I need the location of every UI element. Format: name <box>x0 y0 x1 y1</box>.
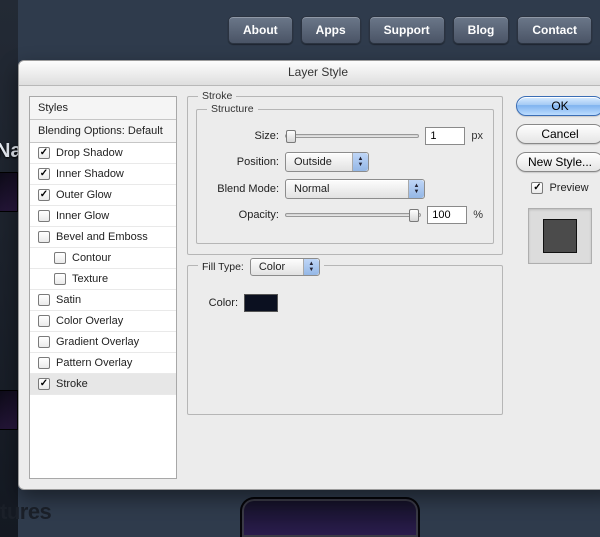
blend-mode-select[interactable]: Normal ▲▼ <box>285 179 425 199</box>
style-label: Gradient Overlay <box>56 336 139 348</box>
filltype-fieldset: Fill Type: Color ▲▼ Color: <box>187 265 503 415</box>
color-label: Color: <box>198 297 238 309</box>
style-row-satin[interactable]: Satin <box>30 290 176 311</box>
cancel-button[interactable]: Cancel <box>516 124 600 144</box>
style-row-inner-glow[interactable]: Inner Glow <box>30 206 176 227</box>
style-row-contour[interactable]: Contour <box>30 248 176 269</box>
style-label: Satin <box>56 294 81 306</box>
preview-swatch <box>543 219 577 253</box>
styles-header[interactable]: Styles <box>30 97 176 120</box>
position-value: Outside <box>294 156 332 168</box>
style-row-pattern-overlay[interactable]: Pattern Overlay <box>30 353 176 374</box>
style-checkbox[interactable] <box>38 231 50 243</box>
bg-thumb-2 <box>0 390 18 430</box>
position-label: Position: <box>207 156 279 168</box>
blend-mode-value: Normal <box>294 183 329 195</box>
style-label: Inner Shadow <box>56 168 124 180</box>
style-label: Color Overlay <box>56 315 123 327</box>
bg-thumb-1 <box>0 172 18 212</box>
style-label: Pattern Overlay <box>56 357 132 369</box>
style-row-color-overlay[interactable]: Color Overlay <box>30 311 176 332</box>
style-checkbox[interactable] <box>38 315 50 327</box>
filltype-legend-text: Fill Type: <box>202 261 244 273</box>
position-select[interactable]: Outside ▲▼ <box>285 152 369 172</box>
stroke-fieldset: Stroke Structure Size: px Position: Outs… <box>187 96 503 255</box>
style-checkbox[interactable] <box>38 378 50 390</box>
nav-support[interactable]: Support <box>369 16 445 44</box>
chevron-updown-icon: ▲▼ <box>352 153 368 171</box>
nav-about[interactable]: About <box>228 16 293 44</box>
preview-label: Preview <box>549 182 588 194</box>
dialog-title: Layer Style <box>19 61 600 86</box>
style-row-drop-shadow[interactable]: Drop Shadow <box>30 143 176 164</box>
style-label: Contour <box>72 252 111 264</box>
style-row-gradient-overlay[interactable]: Gradient Overlay <box>30 332 176 353</box>
stroke-panel: Stroke Structure Size: px Position: Outs… <box>187 96 503 479</box>
style-row-stroke[interactable]: Stroke <box>30 374 176 395</box>
filltype-value: Color <box>259 261 285 273</box>
opacity-unit: % <box>473 209 483 221</box>
structure-legend: Structure <box>207 103 258 115</box>
style-row-bevel-and-emboss[interactable]: Bevel and Emboss <box>30 227 176 248</box>
style-checkbox[interactable] <box>38 168 50 180</box>
size-label: Size: <box>207 130 279 142</box>
style-checkbox[interactable] <box>54 252 66 264</box>
size-unit: px <box>471 130 483 142</box>
styles-list: Styles Blending Options: Default Drop Sh… <box>29 96 177 479</box>
preview-box <box>528 208 592 264</box>
opacity-label: Opacity: <box>207 209 279 221</box>
stroke-color-swatch[interactable] <box>244 294 278 312</box>
background-left-strip: Na <box>0 0 18 537</box>
style-checkbox[interactable] <box>38 336 50 348</box>
background-phone-mock <box>240 497 420 537</box>
style-checkbox[interactable] <box>38 189 50 201</box>
style-row-texture[interactable]: Texture <box>30 269 176 290</box>
style-checkbox[interactable] <box>38 210 50 222</box>
style-label: Inner Glow <box>56 210 109 222</box>
layer-style-dialog: Layer Style Styles Blending Options: Def… <box>18 60 600 490</box>
bg-text-bottom: tures <box>0 499 51 525</box>
new-style-button[interactable]: New Style... <box>516 152 600 172</box>
style-checkbox[interactable] <box>38 294 50 306</box>
style-checkbox[interactable] <box>38 357 50 369</box>
opacity-slider[interactable] <box>285 213 421 217</box>
opacity-input[interactable] <box>427 206 467 224</box>
nav-apps[interactable]: Apps <box>301 16 361 44</box>
structure-fieldset: Structure Size: px Position: Outside ▲▼ <box>196 109 494 244</box>
blending-options-header[interactable]: Blending Options: Default <box>30 120 176 143</box>
dialog-buttons: OK Cancel New Style... Preview <box>513 96 600 479</box>
style-label: Outer Glow <box>56 189 112 201</box>
nav-blog[interactable]: Blog <box>453 16 510 44</box>
size-slider[interactable] <box>285 134 419 138</box>
filltype-select[interactable]: Color ▲▼ <box>250 258 320 276</box>
style-label: Stroke <box>56 378 88 390</box>
preview-checkbox[interactable] <box>531 182 543 194</box>
stroke-legend: Stroke <box>198 90 236 102</box>
chevron-updown-icon: ▲▼ <box>408 180 424 198</box>
style-checkbox[interactable] <box>38 147 50 159</box>
preview-toggle[interactable]: Preview <box>531 182 588 194</box>
style-row-outer-glow[interactable]: Outer Glow <box>30 185 176 206</box>
chevron-updown-icon: ▲▼ <box>303 259 319 275</box>
site-top-nav: About Apps Support Blog Contact <box>228 16 600 44</box>
style-checkbox[interactable] <box>54 273 66 285</box>
nav-contact[interactable]: Contact <box>517 16 592 44</box>
style-label: Drop Shadow <box>56 147 123 159</box>
style-label: Texture <box>72 273 108 285</box>
ok-button[interactable]: OK <box>516 96 600 116</box>
size-input[interactable] <box>425 127 465 145</box>
style-label: Bevel and Emboss <box>56 231 148 243</box>
style-row-inner-shadow[interactable]: Inner Shadow <box>30 164 176 185</box>
blend-mode-label: Blend Mode: <box>207 183 279 195</box>
filltype-legend: Fill Type: Color ▲▼ <box>198 258 324 276</box>
